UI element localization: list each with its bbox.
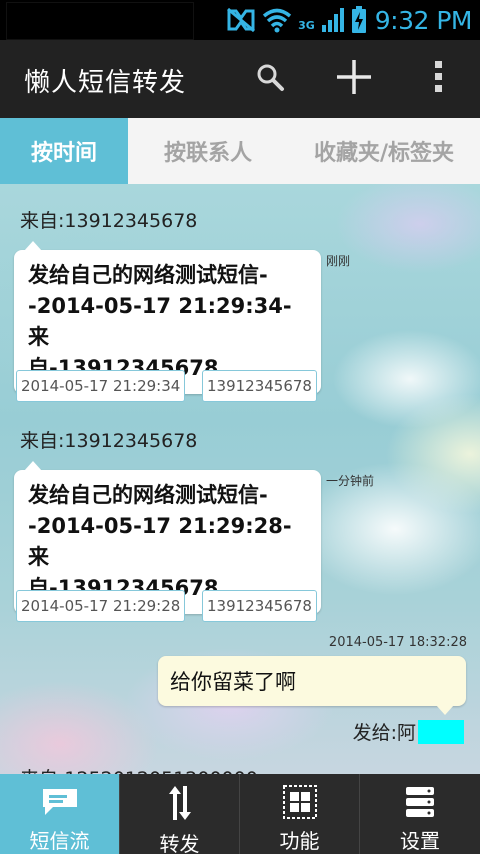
nav-label: 转发 [159, 832, 200, 854]
3g-icon: 3G [298, 18, 315, 32]
nav-label: 短信流 [29, 829, 90, 853]
nav-message-stream[interactable]: 短信流 [0, 774, 120, 854]
overflow-menu-icon [433, 60, 443, 98]
message-line: -2014-05-17 21:29:34-来 [28, 294, 292, 349]
status-redacted-area [6, 2, 194, 40]
message-line: 发给自己的网络测试短信- [28, 263, 268, 287]
number-chip[interactable]: 13912345678 [202, 370, 317, 402]
relative-time: 一分钟前 [326, 474, 375, 488]
tab-by-contact[interactable]: 按联系人 [128, 118, 288, 184]
message-sender: 来自:1252012051200000 [20, 764, 258, 774]
battery-charging-icon [351, 6, 367, 34]
sent-recipient-label: 发给:阿 [352, 722, 416, 744]
redacted-name [418, 719, 464, 744]
search-button[interactable] [242, 50, 298, 108]
status-clock: 9:32 PM [374, 5, 473, 35]
date-chip[interactable]: 2014-05-17 21:29:34 [16, 370, 186, 402]
no-sim-icon [226, 7, 256, 33]
message-stream-icon [41, 784, 79, 819]
status-icons: 3G 9:32 PM [226, 4, 473, 36]
nav-functions[interactable]: 功能 [240, 774, 360, 854]
tab-by-time[interactable]: 按时间 [0, 118, 128, 184]
nav-label: 功能 [279, 829, 320, 853]
status-bar: 3G 9:32 PM [0, 0, 480, 40]
sent-message-bubble[interactable]: 给你留菜了啊 [158, 656, 466, 715]
bottom-nav: 短信流 转发 功能 设置 [0, 774, 480, 854]
tab-bar: 按时间 按联系人 收藏夹/标签夹 [0, 118, 480, 184]
wifi-icon [262, 7, 292, 33]
date-chip[interactable]: 2014-05-17 21:29:28 [16, 590, 186, 622]
message-line: 发给自己的网络测试短信- [28, 483, 268, 507]
number-chip[interactable]: 13912345678 [202, 590, 317, 622]
sent-timestamp: 2014-05-17 18:32:28 [328, 635, 467, 650]
nav-forward[interactable]: 转发 [120, 774, 240, 854]
nav-settings[interactable]: 设置 [360, 774, 480, 854]
message-sender: 来自:13912345678 [20, 430, 198, 452]
settings-stack-icon [404, 784, 436, 819]
sent-message-text: 给你留菜了啊 [170, 670, 296, 694]
sent-recipient: 发给:阿 [353, 718, 464, 745]
search-icon [255, 62, 285, 96]
nav-label: 设置 [400, 829, 440, 853]
tab-favorites-tags[interactable]: 收藏夹/标签夹 [288, 118, 480, 184]
grid-icon [282, 784, 317, 819]
relative-time: 刚刚 [326, 254, 351, 268]
message-line: -2014-05-17 21:29:28-来 [28, 514, 292, 569]
action-bar: 懒人短信转发 [0, 40, 480, 118]
overflow-menu-button[interactable] [410, 50, 466, 108]
add-button[interactable] [326, 50, 382, 108]
message-sender: 来自:13912345678 [20, 210, 198, 232]
forward-arrows-icon [166, 784, 194, 822]
message-stream[interactable]: 来自:13912345678 发给自己的网络测试短信- -2014-05-17 … [0, 184, 480, 774]
signal-icon [321, 7, 345, 33]
add-icon [335, 58, 373, 100]
app-title: 懒人短信转发 [24, 68, 187, 98]
